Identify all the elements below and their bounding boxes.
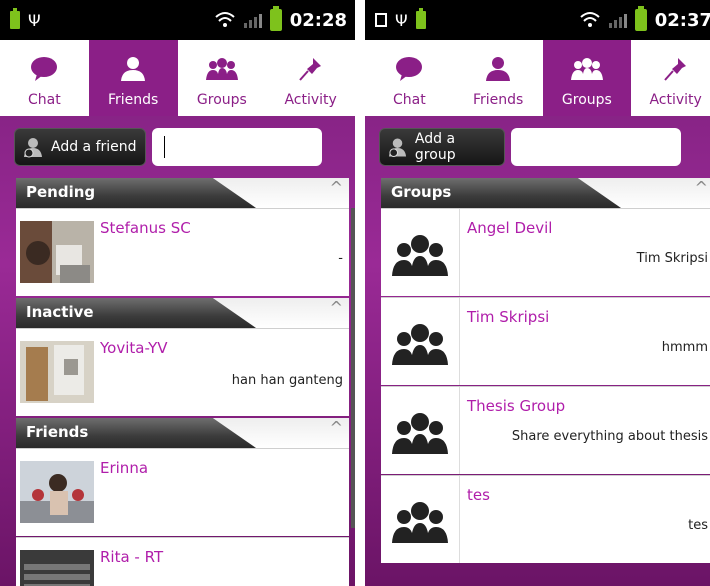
group-icon — [570, 58, 603, 80]
battery-notification-icon — [10, 8, 20, 29]
group-status: tes — [688, 518, 708, 533]
group-avatar-icon — [381, 298, 460, 385]
chevron-up-icon[interactable]: ^ — [330, 298, 343, 317]
group-name: Angel Devil — [467, 219, 553, 237]
contact-name: Stefanus SC — [100, 219, 191, 237]
add-friend-button[interactable]: Add a friend — [14, 128, 146, 166]
tab-activity[interactable]: Activity — [631, 40, 710, 116]
group-name: Tim Skripsi — [467, 308, 550, 326]
add-group-input[interactable] — [511, 128, 681, 166]
add-person-icon — [24, 138, 42, 158]
list-item[interactable]: Yovita-YV han han ganteng — [16, 328, 349, 416]
groups-screen: Ψ 02:37 Chat Friends Groups Activity Add… — [365, 0, 710, 586]
contact-status: han han ganteng — [231, 373, 343, 388]
tab-label: Activity — [649, 92, 702, 108]
add-group-row: Add a group — [365, 116, 710, 178]
sd-card-icon — [375, 13, 387, 27]
person-icon — [121, 57, 146, 81]
list-item[interactable]: Erinna — [16, 448, 349, 536]
battery-icon — [269, 6, 282, 31]
section-title: Pending — [26, 183, 96, 201]
chevron-up-icon[interactable]: ^ — [330, 178, 343, 197]
tab-label: Friends — [107, 92, 159, 108]
text-cursor — [164, 136, 165, 158]
list-item[interactable]: Angel Devil Tim Skripsi — [381, 208, 710, 296]
list-item[interactable]: Rita - RT — [16, 537, 349, 586]
scrollbar[interactable] — [351, 208, 355, 528]
pin-icon — [298, 58, 321, 81]
add-group-button[interactable]: Add a group — [379, 128, 505, 166]
clock: 02:37 — [654, 9, 710, 31]
section-title: Friends — [26, 423, 89, 441]
add-group-icon — [388, 138, 407, 157]
section-header-friends[interactable]: Friends ^ — [16, 418, 349, 448]
status-bar: Ψ 02:37 — [365, 0, 710, 40]
tab-friends[interactable]: Friends — [88, 40, 178, 116]
tab-friends[interactable]: Friends — [454, 40, 543, 116]
group-name: tes — [467, 486, 490, 504]
battery-icon — [634, 6, 647, 31]
section-title: Inactive — [26, 303, 94, 321]
tab-activity[interactable]: Activity — [266, 40, 355, 116]
contact-status: - — [338, 251, 343, 266]
add-friend-label: Add a friend — [51, 139, 137, 155]
add-friend-row: Add a friend — [0, 116, 355, 178]
signal-icon — [243, 12, 262, 28]
tab-groups[interactable]: Groups — [542, 40, 632, 116]
chevron-up-icon[interactable]: ^ — [330, 418, 343, 437]
tab-label: Groups — [561, 92, 612, 108]
tab-label: Friends — [472, 92, 524, 108]
section-header-pending[interactable]: Pending ^ — [16, 178, 349, 208]
avatar — [20, 341, 94, 403]
list-item[interactable]: tes tes — [381, 475, 710, 563]
avatar — [20, 461, 94, 523]
usb-icon: Ψ — [395, 10, 408, 30]
clock: 02:28 — [289, 9, 347, 31]
group-avatar-icon — [381, 209, 460, 296]
section-header-groups[interactable]: Groups ^ — [381, 178, 710, 208]
friends-screen: Ψ 02:28 Chat Friends Groups Activity Add… — [0, 0, 355, 586]
list-item[interactable]: Tim Skripsi hmmm — [381, 297, 710, 385]
group-avatar-icon — [381, 476, 460, 563]
tab-bar: Chat Friends Groups Activity — [365, 40, 710, 116]
tab-label: Chat — [28, 92, 61, 108]
avatar — [20, 550, 94, 586]
chat-bubble-icon — [31, 57, 58, 81]
tab-chat[interactable]: Chat — [0, 40, 89, 116]
add-friend-input[interactable] — [152, 128, 322, 166]
pin-icon — [663, 58, 686, 81]
group-icon — [205, 58, 238, 80]
contact-name: Yovita-YV — [100, 339, 168, 357]
chat-bubble-icon — [396, 57, 423, 81]
group-status: hmmm — [661, 340, 708, 355]
section-header-inactive[interactable]: Inactive ^ — [16, 298, 349, 328]
group-name: Thesis Group — [467, 397, 566, 415]
list-item[interactable]: Stefanus SC - — [16, 208, 349, 296]
person-icon — [486, 57, 511, 81]
avatar — [20, 221, 94, 283]
group-avatar-icon — [381, 387, 460, 474]
tab-label: Chat — [393, 92, 426, 108]
tab-label: Activity — [284, 92, 337, 108]
tab-chat[interactable]: Chat — [365, 40, 454, 116]
group-status: Tim Skripsi — [636, 251, 708, 266]
group-status: Share everything about thesis — [511, 429, 708, 444]
usb-icon: Ψ — [28, 10, 41, 30]
section-title: Groups — [391, 183, 452, 201]
wifi-icon — [580, 12, 600, 27]
contact-name: Erinna — [100, 459, 149, 477]
signal-icon — [608, 12, 627, 28]
list-item[interactable]: Thesis Group Share everything about thes… — [381, 386, 710, 474]
contact-name: Rita - RT — [100, 548, 164, 566]
status-bar: Ψ 02:28 — [0, 0, 355, 40]
tab-groups[interactable]: Groups — [178, 40, 267, 116]
chevron-up-icon[interactable]: ^ — [695, 178, 708, 197]
tab-label: Groups — [196, 92, 247, 108]
tab-bar: Chat Friends Groups Activity — [0, 40, 355, 116]
add-group-label: Add a group — [414, 131, 456, 163]
wifi-icon — [215, 12, 235, 27]
battery-notification-icon — [415, 8, 426, 29]
